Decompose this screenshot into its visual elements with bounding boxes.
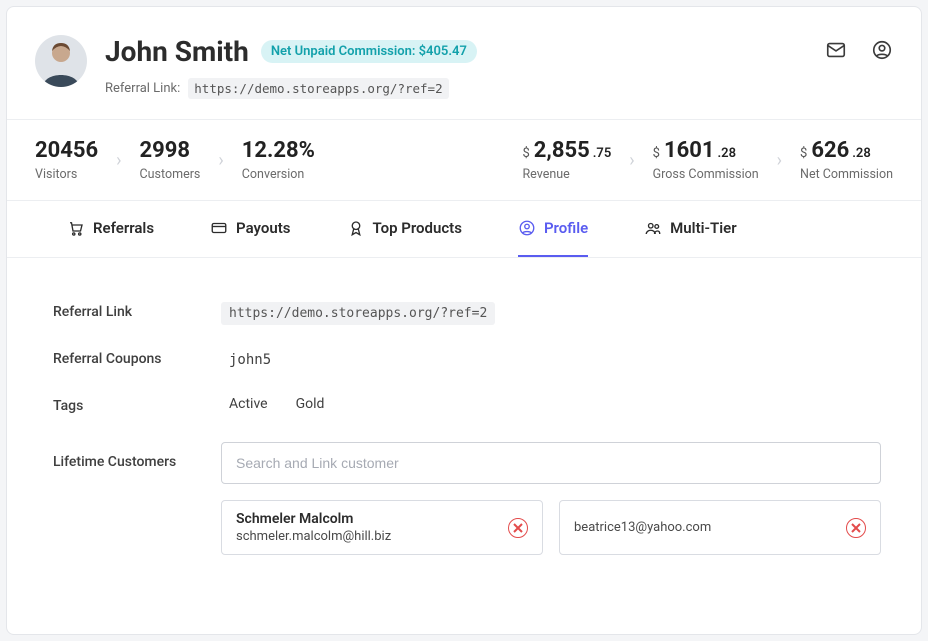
header-main: John Smith Net Unpaid Commission: $405.4… (105, 35, 825, 99)
stat-value: $ 626 .28 (800, 138, 893, 163)
amount: 1601 (664, 138, 715, 163)
stat-label: Revenue (522, 167, 611, 182)
avatar (35, 35, 87, 87)
stat-gross-commission: $ 1601 .28 Gross Commission (653, 138, 759, 182)
stat-conversion: 12.28% Conversion (242, 138, 315, 182)
field-label: Lifetime Customers (53, 442, 213, 470)
stat-customers: 2998 Customers (140, 138, 201, 182)
team-icon (644, 219, 662, 237)
stat-revenue: $ 2,855 .75 Revenue (522, 138, 611, 182)
stat-visitors: 20456 Visitors (35, 138, 98, 182)
tab-label: Referrals (93, 219, 154, 237)
tag-list: Active Gold (229, 396, 881, 412)
stat-label: Net Commission (800, 167, 893, 182)
chevron-right-icon: › (629, 150, 634, 171)
amount: 2,855 (534, 138, 590, 163)
affiliate-profile-card: John Smith Net Unpaid Commission: $405.4… (6, 6, 922, 635)
field-label: Tags (53, 396, 213, 414)
tab-label: Multi-Tier (670, 219, 736, 237)
row-referral-coupons: Referral Coupons john5 (53, 335, 881, 382)
stats-row: 20456 Visitors › 2998 Customers › 12.28%… (7, 120, 921, 201)
amount: 626 (811, 138, 849, 163)
stat-net-commission: $ 626 .28 Net Commission (800, 138, 893, 182)
header-actions (825, 35, 893, 61)
tab-profile[interactable]: Profile (518, 201, 588, 257)
chevron-right-icon: › (218, 150, 223, 171)
customer-card: beatrice13@yahoo.com (559, 500, 881, 555)
user-circle-icon (518, 219, 536, 237)
referral-link-label: Referral Link: (105, 81, 180, 96)
stat-value: 2998 (140, 138, 201, 163)
row-referral-link: Referral Link https://demo.storeapps.org… (53, 288, 881, 335)
tab-label: Top Products (373, 219, 462, 237)
currency: $ (800, 146, 807, 161)
stat-group-right: $ 2,855 .75 Revenue › $ 1601 .28 Gross C… (522, 138, 893, 182)
tab-label: Payouts (236, 219, 290, 237)
stat-label: Visitors (35, 167, 98, 182)
cart-icon (67, 219, 85, 237)
tabs: Referrals Payouts Top Products Profile M… (7, 201, 921, 258)
decimals: .28 (717, 146, 736, 161)
tab-payouts[interactable]: Payouts (210, 201, 290, 257)
tag: Gold (296, 396, 325, 412)
stat-value: 20456 (35, 138, 98, 163)
row-lifetime-customers: Lifetime Customers Schmeler Malcolm schm… (53, 428, 881, 569)
customer-info: beatrice13@yahoo.com (574, 516, 711, 539)
customer-card: Schmeler Malcolm schmeler.malcolm@hill.b… (221, 500, 543, 555)
unpaid-commission-badge: Net Unpaid Commission: $405.47 (261, 40, 477, 63)
decimals: .75 (593, 146, 612, 161)
stat-label: Customers (140, 167, 201, 182)
stat-value: $ 2,855 .75 (522, 138, 611, 163)
affiliate-name: John Smith (105, 35, 249, 68)
remove-customer-button[interactable] (508, 518, 528, 538)
currency: $ (653, 146, 660, 161)
stat-label: Gross Commission (653, 167, 759, 182)
award-icon (347, 219, 365, 237)
chevron-right-icon: › (777, 150, 782, 171)
referral-coupon-value: john5 (229, 352, 271, 368)
stat-label: Conversion (242, 167, 315, 182)
tab-referrals[interactable]: Referrals (67, 201, 154, 257)
header: John Smith Net Unpaid Commission: $405.4… (7, 7, 921, 120)
tab-label: Profile (544, 219, 588, 237)
field-label: Referral Link (53, 302, 213, 320)
chevron-right-icon: › (116, 150, 121, 171)
stat-value: 12.28% (242, 138, 315, 163)
mail-icon[interactable] (825, 39, 847, 61)
customer-email: schmeler.malcolm@hill.biz (236, 529, 391, 544)
card-icon (210, 219, 228, 237)
user-circle-icon[interactable] (871, 39, 893, 61)
customer-card-list: Schmeler Malcolm schmeler.malcolm@hill.b… (221, 500, 881, 555)
referral-link-row: Referral Link: https://demo.storeapps.or… (105, 78, 825, 99)
customer-email: beatrice13@yahoo.com (574, 516, 711, 539)
tab-top-products[interactable]: Top Products (347, 201, 462, 257)
field-label: Referral Coupons (53, 349, 213, 367)
referral-link-value[interactable]: https://demo.storeapps.org/?ref=2 (221, 302, 495, 325)
row-tags: Tags Active Gold (53, 382, 881, 428)
stat-value: $ 1601 .28 (653, 138, 759, 163)
title-row: John Smith Net Unpaid Commission: $405.4… (105, 35, 825, 68)
customer-info: Schmeler Malcolm schmeler.malcolm@hill.b… (236, 511, 391, 544)
currency: $ (522, 146, 529, 161)
profile-body: Referral Link https://demo.storeapps.org… (7, 258, 921, 605)
tag: Active (229, 396, 268, 412)
stat-group-left: 20456 Visitors › 2998 Customers › 12.28%… (35, 138, 315, 182)
decimals: .28 (852, 146, 871, 161)
customer-name: Schmeler Malcolm (236, 511, 391, 527)
search-customer-input[interactable] (221, 442, 881, 484)
referral-link-value[interactable]: https://demo.storeapps.org/?ref=2 (188, 78, 448, 99)
tab-multi-tier[interactable]: Multi-Tier (644, 201, 736, 257)
remove-customer-button[interactable] (846, 518, 866, 538)
